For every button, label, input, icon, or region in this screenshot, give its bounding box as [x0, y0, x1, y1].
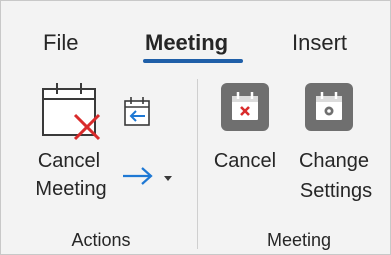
tab-insert[interactable]: Insert	[292, 30, 347, 56]
meeting-group-label: Meeting	[266, 230, 332, 250]
cancel-button[interactable]: Cancel	[213, 83, 293, 213]
cancel-meeting-label-line1: Cancel	[37, 150, 101, 172]
group-separator	[197, 79, 198, 249]
cancel-label: Cancel	[213, 150, 277, 172]
tab-file[interactable]: File	[43, 30, 78, 56]
ribbon-tabs: File Meeting Insert	[1, 1, 390, 67]
forward-button[interactable]	[119, 159, 179, 193]
calendar-cancel-icon	[42, 83, 101, 141]
tab-meeting[interactable]: Meeting	[145, 30, 228, 56]
dropdown-caret-icon	[164, 176, 172, 181]
calendar-forward-icon[interactable]	[123, 96, 153, 128]
active-tab-indicator	[143, 59, 243, 63]
calendar-settings-icon	[305, 83, 353, 131]
cancel-meeting-label-line2: Meeting	[35, 178, 107, 200]
forward-arrow-icon	[123, 167, 153, 185]
cancel-meeting-button[interactable]: Cancel Meeting	[29, 81, 119, 211]
ribbon: File Meeting Insert Cancel Meeting Actio…	[0, 0, 391, 255]
actions-group-label: Actions	[71, 230, 131, 250]
calendar-x-icon	[221, 83, 269, 131]
change-settings-button[interactable]: Change Settings	[291, 83, 381, 213]
change-settings-label-line1: Change	[298, 150, 370, 172]
change-settings-label-line2: Settings	[299, 180, 373, 202]
